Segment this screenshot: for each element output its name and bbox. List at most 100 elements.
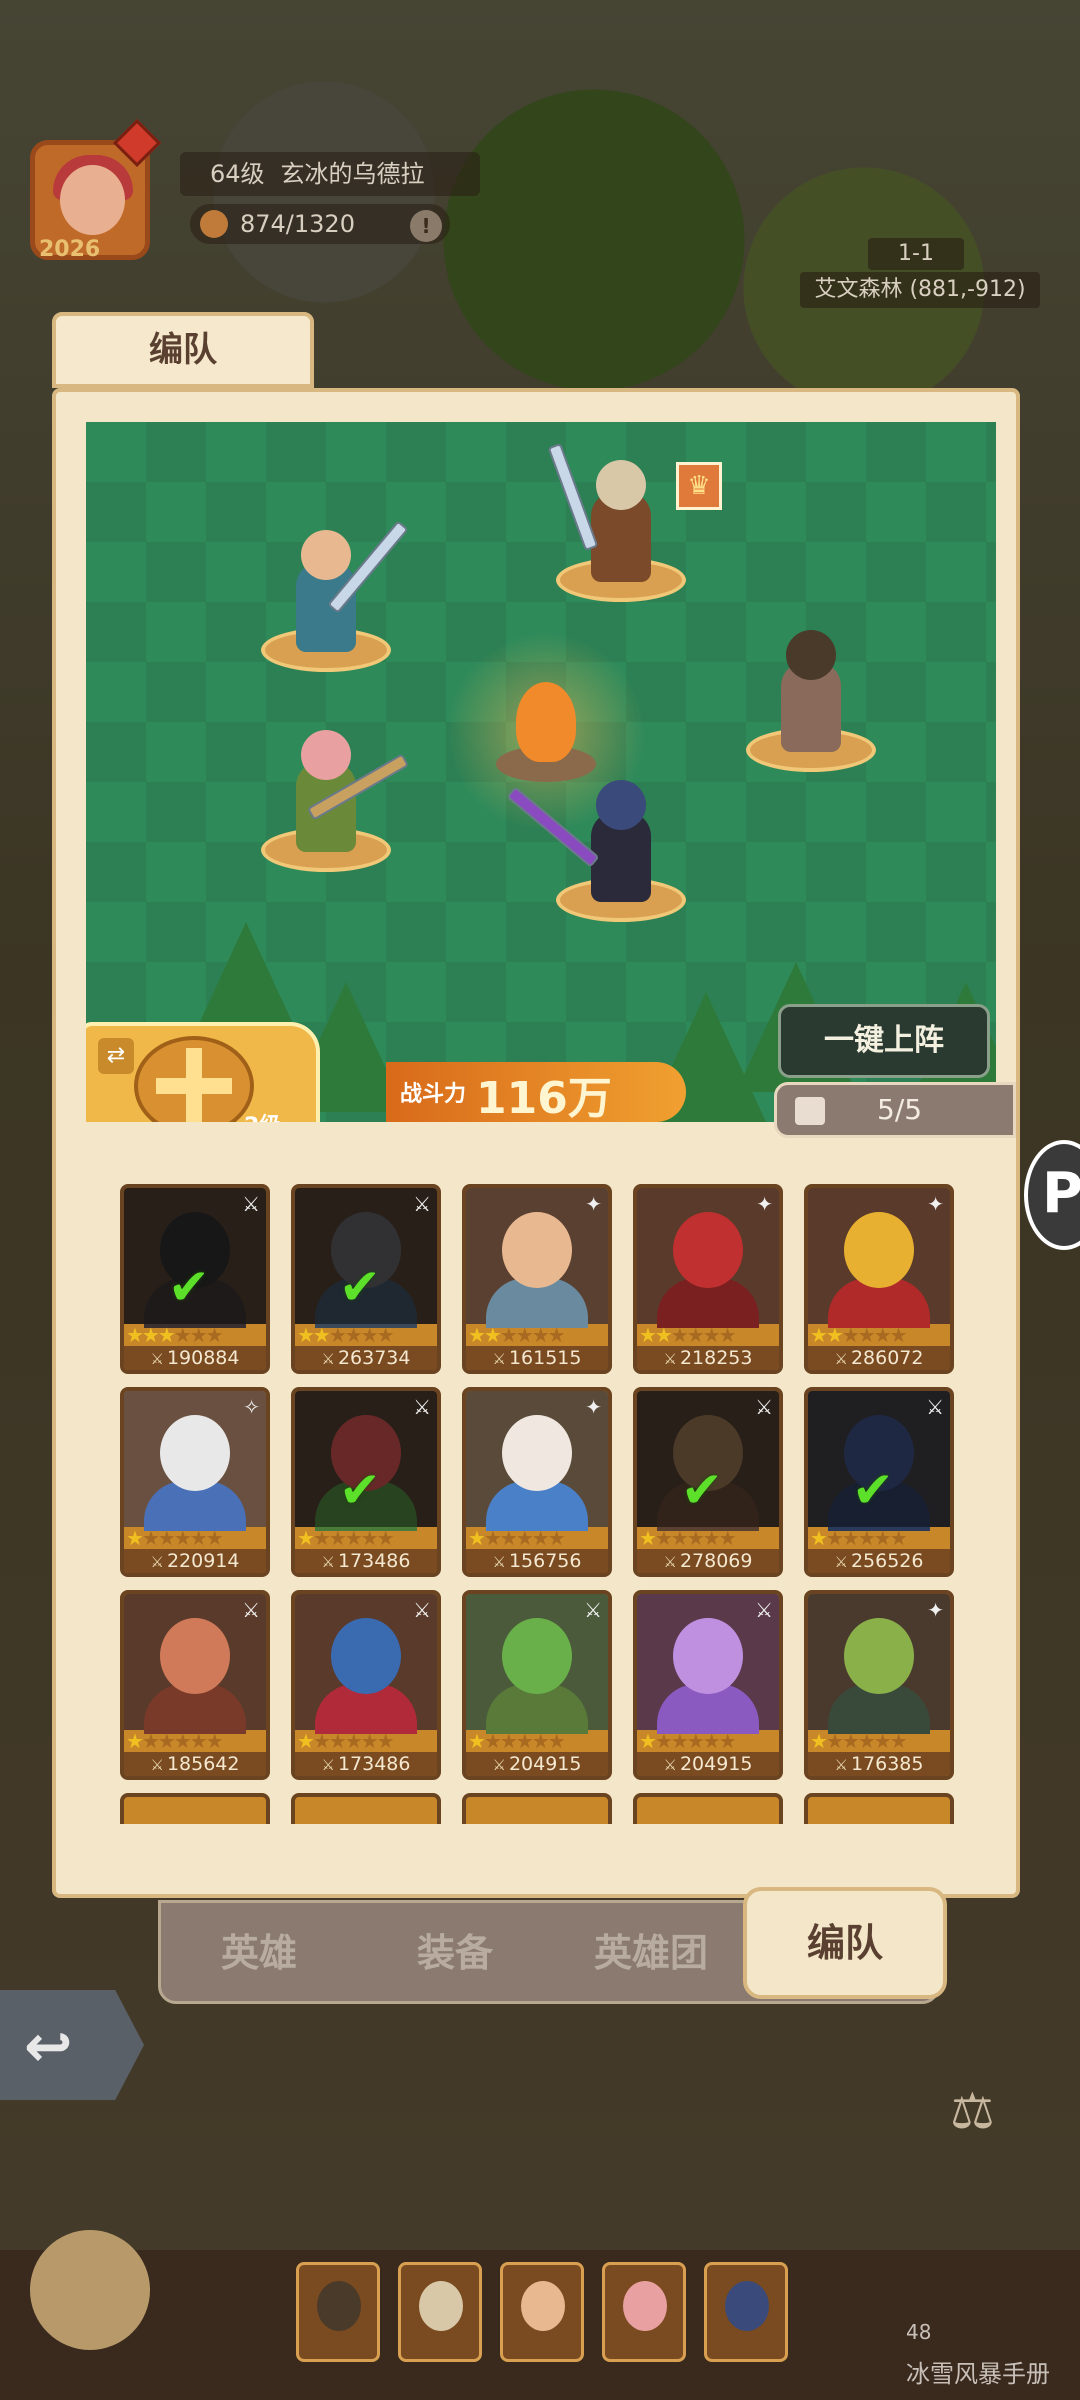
hero-class-icon: ✦	[585, 1192, 602, 1216]
sword-icon: ⚔	[663, 1553, 677, 1571]
team-hero-slot[interactable]	[500, 2262, 584, 2362]
hero-card[interactable]: ✦ ★★★★★★ ⚔ 156756	[462, 1387, 612, 1577]
hero-grid[interactable]: ⚔ ✔ ★★★★★★ ⚔ 190884 ⚔ ✔ ★★★★★★ ⚔ 263734 ✦ ★★★★★★ ⚔ 16…	[120, 1184, 960, 1824]
tab-formation[interactable]: 编队	[743, 1887, 947, 1999]
combat-power-value: 116万	[476, 1073, 612, 1122]
hero-stars: ★★★★★★	[810, 1526, 908, 1550]
sword-icon: ⚔	[321, 1350, 335, 1368]
combat-power-label: 战斗力	[400, 1082, 467, 1107]
hero-power: ⚔ 220914	[124, 1549, 266, 1573]
hero-card[interactable]: ⚔ ✔ ★★★★★★ ⚔ 256526	[804, 1387, 954, 1577]
battle-field[interactable]: ♛ 一键上阵 ⇄ 2级 战斗力 116万	[86, 422, 996, 1122]
hero-stars: ★★★★★★	[639, 1729, 737, 1753]
hero-class-icon: ⚔	[413, 1395, 431, 1419]
crown-icon: ♛	[676, 462, 722, 510]
avatar-year-badge: 2026	[39, 237, 101, 262]
hero-class-icon: ✧	[243, 1395, 260, 1419]
scale-icon[interactable]: ⚖	[950, 2082, 995, 2140]
hero-power: ⚔ 286072	[808, 1346, 950, 1370]
panel-title-tab: 编队	[52, 312, 314, 388]
field-hero-archer[interactable]	[261, 722, 410, 872]
team-hero-slot[interactable]	[398, 2262, 482, 2362]
hero-stars: ★★★★★★	[639, 1526, 737, 1550]
sword-icon: ⚔	[492, 1553, 506, 1571]
sword-icon: ⚔	[663, 1350, 677, 1368]
hero-power: ⚔ 256526	[808, 1549, 950, 1573]
hero-power: ⚔ 278069	[637, 1549, 779, 1573]
player-info[interactable]: 2026 64级 玄冰的乌德拉 874/1320 !	[30, 118, 530, 262]
info-icon[interactable]: !	[410, 210, 442, 242]
tab-heroes[interactable]: 英雄	[161, 1903, 357, 2003]
hero-card[interactable]: ⚔ ✔ ★★★★★★ ⚔ 278069	[633, 1387, 783, 1577]
food-value: 874/1320	[240, 210, 355, 238]
hero-stars: ★★★★★★	[639, 1323, 737, 1347]
tab-hero-guild[interactable]: 英雄团	[553, 1903, 749, 2003]
hero-power: ⚔ 190884	[124, 1346, 266, 1370]
hero-card[interactable]: ⚔ ✔ ★★★★★★ ⚔ 173486	[291, 1387, 441, 1577]
formation-level: 2级	[244, 1108, 281, 1122]
field-hero-minotaur[interactable]	[547, 442, 686, 602]
hero-card-partial[interactable]	[120, 1793, 270, 1824]
hero-class-icon: ✦	[756, 1192, 773, 1216]
hero-stars: ★★★★★★	[810, 1729, 908, 1753]
player-level: 64级	[210, 160, 265, 188]
hero-stars: ★★★★★★	[126, 1323, 224, 1347]
team-hero-slot[interactable]	[296, 2262, 380, 2362]
location-name[interactable]: 艾文森林 (881,-912)	[800, 272, 1040, 308]
hero-head	[786, 630, 836, 680]
hero-card-partial[interactable]	[291, 1793, 441, 1824]
hero-card[interactable]: ✦ ★★★★★★ ⚔ 161515	[462, 1184, 612, 1374]
location-level: 1-1	[868, 238, 964, 270]
field-hero-dark-knight[interactable]	[506, 772, 686, 922]
hero-card-partial[interactable]	[462, 1793, 612, 1824]
hero-card-partial[interactable]	[633, 1793, 783, 1824]
selected-check-icon: ✔	[339, 1258, 381, 1316]
hero-card[interactable]: ⚔ ★★★★★★ ⚔ 173486	[291, 1590, 441, 1780]
hero-head	[596, 460, 646, 510]
back-button[interactable]: ↩	[0, 1990, 144, 2100]
hero-stars: ★★★★★★	[468, 1323, 566, 1347]
back-arrow-icon: ↩	[24, 2012, 73, 2080]
hero-class-icon: ⚔	[926, 1395, 944, 1419]
hero-power: ⚔ 185642	[124, 1752, 266, 1776]
team-hero-slot[interactable]	[704, 2262, 788, 2362]
hero-card[interactable]: ⚔ ✔ ★★★★★★ ⚔ 190884	[120, 1184, 270, 1374]
hero-class-icon: ⚔	[755, 1395, 773, 1419]
sword-icon: ⚔	[321, 1553, 335, 1571]
hero-card[interactable]: ✧ ★★★★★★ ⚔ 220914	[120, 1387, 270, 1577]
field-hero-swordsman[interactable]	[261, 520, 409, 672]
hero-card[interactable]: ⚔ ★★★★★★ ⚔ 204915	[462, 1590, 612, 1780]
hero-card[interactable]: ⚔ ★★★★★★ ⚔ 204915	[633, 1590, 783, 1780]
sword-icon: ⚔	[150, 1756, 164, 1774]
hero-card[interactable]: ✦ ★★★★★★ ⚔ 218253	[633, 1184, 783, 1374]
swap-icon[interactable]: ⇄	[98, 1038, 134, 1074]
hero-stars: ★★★★★★	[810, 1323, 908, 1347]
hero-class-icon: ✦	[927, 1192, 944, 1216]
sword-icon: ⚔	[321, 1756, 335, 1774]
sword-icon: ⚔	[663, 1756, 677, 1774]
combat-power: 战斗力 116万	[386, 1062, 686, 1122]
one-click-deploy-button[interactable]: 一键上阵	[778, 1004, 990, 1078]
hero-card[interactable]: ✦ ★★★★★★ ⚔ 286072	[804, 1184, 954, 1374]
hero-head	[301, 730, 351, 780]
hero-card[interactable]: ⚔ ★★★★★★ ⚔ 185642	[120, 1590, 270, 1780]
team-hero-slot[interactable]	[602, 2262, 686, 2362]
field-hero-bear-warrior[interactable]	[746, 622, 876, 772]
book-label[interactable]: 冰雪风暴手册	[906, 2354, 1050, 2389]
tab-equipment[interactable]: 装备	[357, 1903, 553, 2003]
hero-power: ⚔ 204915	[637, 1752, 779, 1776]
hero-card[interactable]: ✦ ★★★★★★ ⚔ 176385	[804, 1590, 954, 1780]
formation-selector[interactable]: ⇄ 2级	[86, 1022, 320, 1122]
axe-icon	[547, 442, 599, 552]
hero-card-partial[interactable]	[804, 1793, 954, 1824]
selected-check-icon: ✔	[681, 1461, 723, 1519]
hero-card[interactable]: ⚔ ✔ ★★★★★★ ⚔ 263734	[291, 1184, 441, 1374]
meat-icon	[200, 210, 228, 238]
avatar-face	[60, 165, 125, 235]
hero-power: ⚔ 156756	[466, 1549, 608, 1573]
hero-class-icon: ✦	[927, 1598, 944, 1622]
hero-stars: ★★★★★★	[126, 1526, 224, 1550]
hero-power: ⚔ 161515	[466, 1346, 608, 1370]
sword-icon: ⚔	[834, 1553, 848, 1571]
helmet-icon[interactable]	[30, 2230, 150, 2350]
